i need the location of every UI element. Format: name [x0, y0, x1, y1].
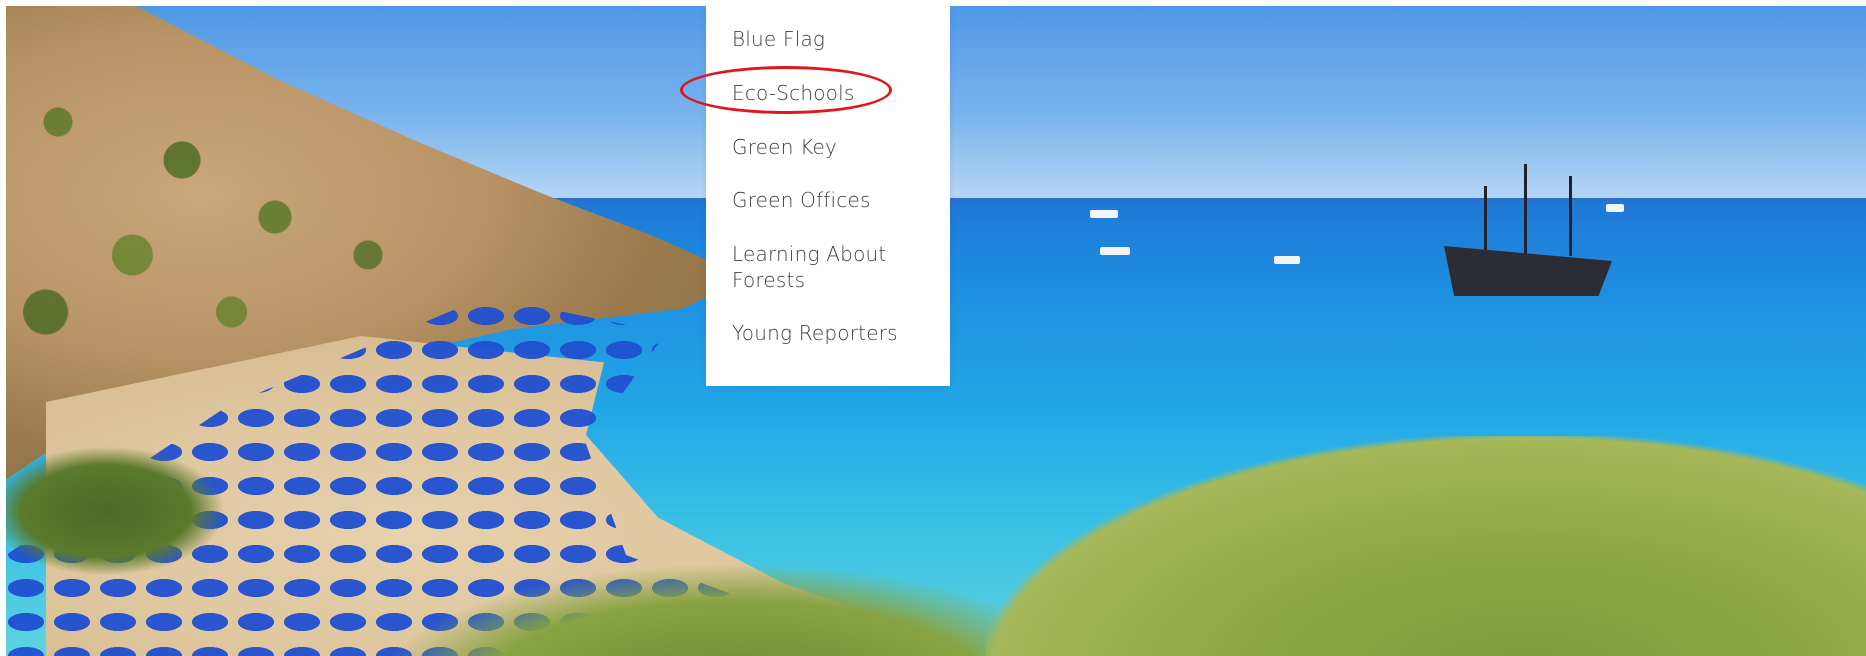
menu-item-green-offices[interactable]: Green Offices [732, 187, 932, 213]
menu-item-blue-flag[interactable]: Blue Flag [732, 26, 932, 52]
menu-item-green-key[interactable]: Green Key [732, 134, 932, 160]
bushes-bottom [386, 566, 1086, 656]
page: Blue Flag Eco-Schools Green Key Green Of… [0, 0, 1866, 656]
pirate-ship [1444, 164, 1612, 296]
boat [1606, 204, 1624, 212]
menu-item-eco-schools[interactable]: Eco-Schools [732, 80, 932, 106]
programmes-dropdown-menu: Blue Flag Eco-Schools Green Key Green Of… [706, 0, 950, 386]
boat [1100, 247, 1130, 255]
boat [1274, 256, 1300, 264]
menu-item-learning-about-forests[interactable]: Learning About Forests [732, 241, 932, 293]
boat [1090, 210, 1118, 218]
ship-mast [1524, 164, 1527, 256]
ship-mast [1569, 176, 1572, 256]
ship-hull [1444, 246, 1612, 296]
ship-mast [1484, 186, 1487, 256]
bushes-right [986, 436, 1866, 656]
menu-item-young-reporters[interactable]: Young Reporters [732, 320, 932, 346]
bushes-left [6, 446, 226, 576]
